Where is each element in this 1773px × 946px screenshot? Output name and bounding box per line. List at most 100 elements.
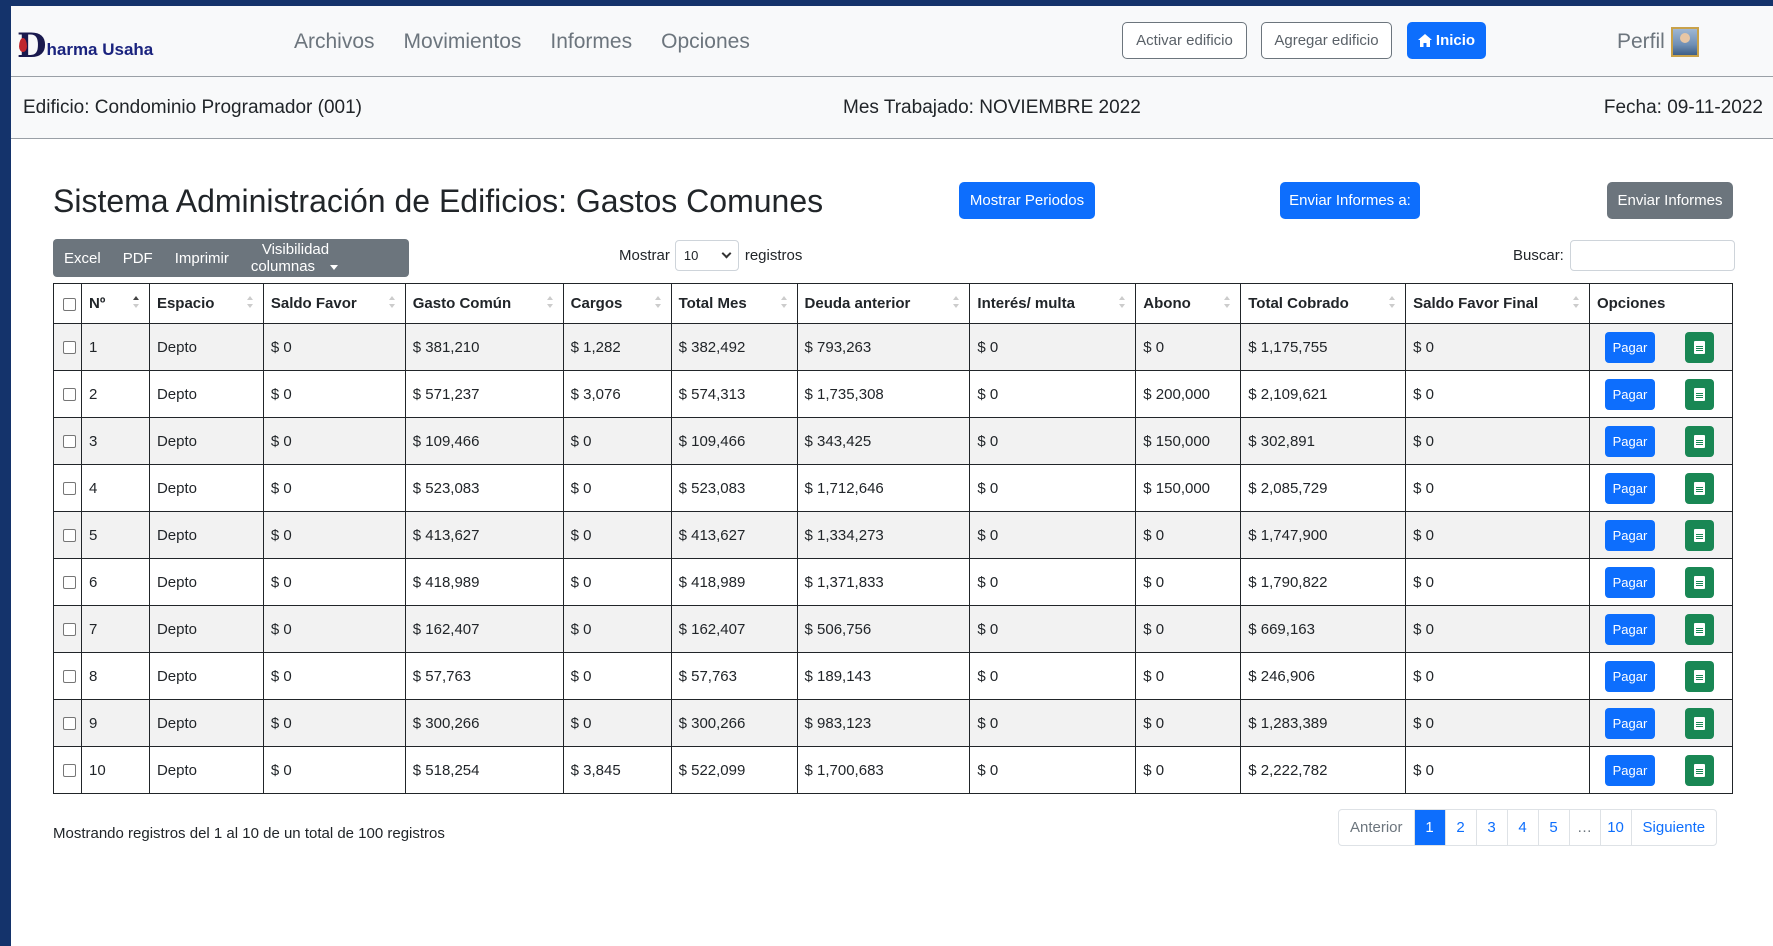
col-header[interactable]: Gasto Común (404, 283, 564, 324)
pagar-button[interactable]: Pagar (1604, 332, 1655, 363)
row-checkbox[interactable] (63, 529, 76, 543)
search-input[interactable] (1569, 240, 1735, 271)
col-header[interactable]: Total Mes (670, 283, 798, 324)
cell-gasto-comun: $ 523,083 (404, 464, 564, 512)
row-checkbox[interactable] (63, 670, 76, 684)
page-1[interactable]: 1 (1413, 810, 1445, 845)
row-checkbox[interactable] (63, 482, 76, 496)
pdf-button[interactable]: PDF (112, 250, 164, 267)
cell-espacio: Depto (148, 464, 264, 512)
select-all-checkbox[interactable] (63, 297, 76, 311)
row-checkbox[interactable] (63, 764, 76, 778)
page-prev[interactable]: Anterior (1339, 810, 1414, 845)
col-header[interactable]: Cargos (562, 283, 672, 324)
cell-espacio: Depto (148, 511, 264, 559)
cell-saldo-favor: $ 0 (262, 370, 406, 418)
pagar-button[interactable]: Pagar (1604, 661, 1655, 692)
row-checkbox[interactable] (63, 576, 76, 590)
cell-abono: $ 200,000 (1135, 370, 1242, 418)
perfil-menu[interactable]: Perfil (1617, 27, 1699, 57)
enviar-informes-button[interactable]: Enviar Informes (1607, 182, 1733, 219)
pagar-button[interactable]: Pagar (1604, 614, 1655, 645)
col-header-label: Gasto Común (412, 295, 512, 312)
table-row: 6 Depto $ 0 $ 418,989 $ 0 $ 418,989 $ 1,371,83… (53, 558, 1734, 606)
pagination: Anterior 1 2 3 4 5 … 10 Siguiente (1338, 809, 1718, 846)
menu-opciones[interactable]: Opciones (661, 30, 750, 54)
document-icon (1693, 388, 1705, 401)
row-select-cell (53, 323, 82, 371)
col-header[interactable]: Deuda anterior (796, 283, 971, 324)
page-5[interactable]: 5 (1537, 810, 1569, 845)
cell-gasto-comun: $ 418,989 (404, 558, 564, 606)
row-checkbox[interactable] (63, 623, 76, 637)
page-4[interactable]: 4 (1506, 810, 1538, 845)
pagar-button[interactable]: Pagar (1604, 379, 1655, 410)
document-button[interactable] (1684, 332, 1714, 363)
cell-row-num: 10 (80, 746, 150, 794)
document-button[interactable] (1684, 473, 1714, 504)
edificio-info: Edificio: Condominio Programador (001) (23, 97, 362, 118)
cell-gasto-comun: $ 518,254 (404, 746, 564, 794)
document-button[interactable] (1684, 708, 1714, 739)
col-header[interactable]: Nº (80, 283, 150, 324)
cell-espacio: Depto (148, 370, 264, 418)
cell-interes-multa: $ 0 (969, 370, 1137, 418)
page-next[interactable]: Siguiente (1630, 810, 1717, 845)
document-button[interactable] (1684, 661, 1714, 692)
document-button[interactable] (1684, 614, 1714, 645)
logo[interactable]: D harma Usaha (17, 23, 153, 63)
visibilidad-columnas-button[interactable]: Visibilidad columnas (240, 241, 409, 275)
cell-row-num: 4 (80, 464, 150, 512)
cell-total-mes: $ 382,492 (670, 323, 798, 371)
col-header-label: Nº (88, 295, 106, 312)
col-header[interactable]: Saldo Favor Final (1405, 283, 1590, 324)
document-button[interactable] (1684, 379, 1714, 410)
cell-opciones: Pagar (1588, 464, 1734, 512)
agregar-edificio-button[interactable]: Agregar edificio (1261, 22, 1392, 59)
col-header[interactable]: Interés/ multa (969, 283, 1137, 324)
page-10[interactable]: 10 (1599, 810, 1631, 845)
mostrar-periodos-button[interactable]: Mostrar Periodos (959, 182, 1095, 219)
col-header[interactable]: Espacio (148, 283, 264, 324)
perfil-label: Perfil (1617, 30, 1665, 53)
document-button[interactable] (1684, 567, 1714, 598)
document-button[interactable] (1684, 755, 1714, 786)
col-header[interactable]: Abono (1135, 283, 1242, 324)
cell-total-mes: $ 574,313 (670, 370, 798, 418)
pagar-button[interactable]: Pagar (1604, 708, 1655, 739)
cell-saldo-favor: $ 0 (262, 323, 406, 371)
menu-archivos[interactable]: Archivos (294, 30, 375, 54)
activar-edificio-button[interactable]: Activar edificio (1122, 22, 1247, 59)
page-3[interactable]: 3 (1475, 810, 1507, 845)
row-select-cell (53, 370, 82, 418)
col-header[interactable]: Saldo Favor (262, 283, 406, 324)
sort-icon (1119, 296, 1126, 310)
pagar-button[interactable]: Pagar (1604, 473, 1655, 504)
row-checkbox[interactable] (63, 388, 76, 402)
pagar-button[interactable]: Pagar (1604, 426, 1655, 457)
enviar-informes-a-button[interactable]: Enviar Informes a: (1280, 182, 1420, 219)
cell-interes-multa: $ 0 (969, 558, 1137, 606)
document-icon (1693, 529, 1705, 542)
pagar-button[interactable]: Pagar (1604, 520, 1655, 551)
imprimir-button[interactable]: Imprimir (164, 250, 240, 267)
row-checkbox[interactable] (63, 717, 76, 731)
excel-button[interactable]: Excel (53, 250, 112, 267)
menu-informes[interactable]: Informes (550, 30, 632, 54)
document-button[interactable] (1684, 520, 1714, 551)
col-header[interactable]: Total Cobrado (1240, 283, 1407, 324)
row-checkbox[interactable] (63, 435, 76, 449)
inicio-button[interactable]: Inicio (1407, 22, 1486, 59)
document-button[interactable] (1684, 426, 1714, 457)
cell-saldo-favor: $ 0 (262, 652, 406, 700)
menu-movimientos[interactable]: Movimientos (404, 30, 522, 54)
pagar-button[interactable]: Pagar (1604, 567, 1655, 598)
cell-saldo-favor-final: $ 0 (1405, 464, 1590, 512)
row-select-cell (53, 511, 82, 559)
pagar-button[interactable]: Pagar (1604, 755, 1655, 786)
page-length-select[interactable]: 10 (674, 240, 739, 271)
cell-abono: $ 0 (1135, 323, 1242, 371)
cell-abono: $ 0 (1135, 699, 1242, 747)
row-checkbox[interactable] (63, 341, 76, 355)
page-2[interactable]: 2 (1444, 810, 1476, 845)
